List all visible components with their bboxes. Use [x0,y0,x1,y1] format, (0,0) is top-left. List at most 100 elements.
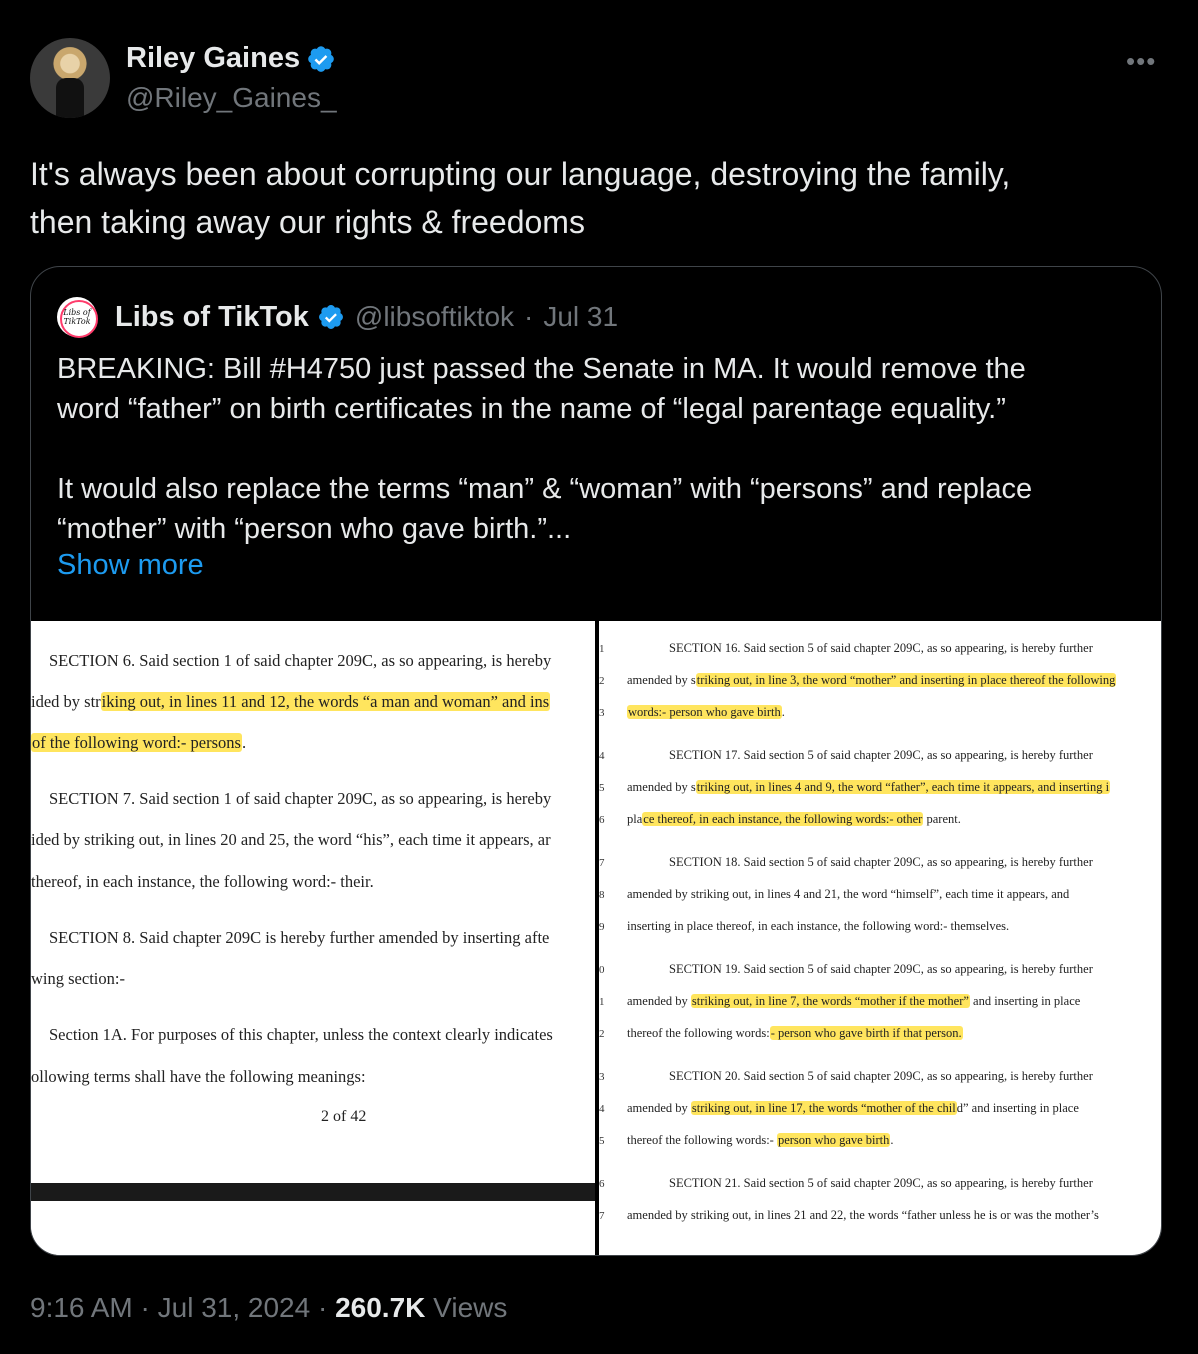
doc-text: thereof the following words:- [627,1133,777,1147]
doc-line: amended by striking out, in line 3, the … [627,673,1117,688]
views-label: Views [433,1292,508,1323]
doc-text: d” and inserting in place [956,1101,1079,1115]
doc-line: inserting in place thereof, in each inst… [627,919,1010,933]
tweet-footer: 9:16 AM · Jul 31, 2024 · 260.7K Views [30,1292,507,1324]
doc-line: SECTION 18. Said section 5 of said chapt… [669,855,1093,869]
doc-line: thereof, in each instance, the following… [31,872,374,891]
doc-text: parent. [923,812,961,826]
doc-text: . [241,733,247,752]
author-name-row: Riley Gaines [126,42,336,75]
doc-line: words:- person who gave birth. [627,705,785,720]
doc-text: amended by s [627,780,696,794]
line-number: 7 [599,857,605,869]
doc-line: place thereof, in each instance, the fol… [627,812,961,827]
doc-text: amended by s [627,673,696,687]
quoted-tweet[interactable]: Libs of TikTok Libs of TikTok @libsoftik… [30,266,1162,1256]
tweet-text: It's always been about corrupting our la… [30,150,1160,246]
doc-text: pla [627,812,643,826]
doc-line: thereof the following words:- person who… [627,1133,894,1148]
doc-text: ided by str [31,692,101,711]
doc-line: amended by striking out, in lines 21 and… [627,1208,1099,1222]
line-number: 6 [599,814,605,826]
doc-line: SECTION 17. Said section 5 of said chapt… [669,748,1093,762]
author-handle[interactable]: @Riley_Gaines_ [126,82,337,114]
tweet-date[interactable]: Jul 31, 2024 [158,1292,311,1323]
meta-separator: · [524,301,534,332]
meta-separator: · [317,1292,328,1323]
line-number: 5 [599,1135,605,1147]
doc-line: ided by striking out, in lines 20 and 25… [31,830,551,849]
doc-line: thereof the following words:- person who… [627,1026,963,1041]
quoted-author-avatar[interactable]: Libs of TikTok [57,297,98,338]
doc-text: . [890,1133,894,1147]
document-image-right[interactable]: 1 2 3 4 5 6 7 8 9 0 1 2 3 4 5 6 7 SECTIO… [599,621,1161,1255]
line-number: 1 [599,996,605,1008]
doc-page-number: 2 of 42 [321,1108,367,1125]
doc-line: SECTION 8. Said chapter 209C is hereby f… [49,928,550,947]
quoted-author-name[interactable]: Libs of TikTok [115,301,309,334]
line-number: 7 [599,1210,605,1222]
doc-line: amended by striking out, in lines 4 and … [627,780,1111,795]
quoted-author-handle[interactable]: @libsoftiktok [355,301,514,333]
doc-highlight: words:- person who gave birth [627,705,782,719]
doc-text: and inserting in place [969,994,1081,1008]
line-number: 2 [599,675,605,687]
doc-line: SECTION 6. Said section 1 of said chapte… [49,651,552,670]
quoted-text-line: “mother” with “person who gave birth.”..… [57,513,572,545]
doc-highlight: of the following word:- persons [31,733,242,752]
doc-text: amended by [627,1101,691,1115]
doc-highlight: iking out, in lines 11 and 12, the words… [100,692,551,711]
verified-badge-icon [318,305,343,329]
doc-highlight: striking out, in line 17, the words “mot… [690,1101,957,1115]
doc-line: SECTION 7. Said section 1 of said chapte… [49,789,552,808]
author-display-name[interactable]: Riley Gaines [126,42,300,75]
doc-text: thereof the following words: [627,1026,770,1040]
line-number: 4 [599,1103,605,1115]
doc-line: SECTION 21. Said section 5 of said chapt… [669,1176,1093,1190]
doc-line: ided by striking out, in lines 11 and 12… [31,692,551,712]
line-number: 6 [599,1178,605,1190]
doc-highlight: triking out, in lines 4 and 9, the word … [695,780,1111,794]
doc-highlight: - person who gave birth if that person. [769,1026,963,1040]
quoted-text-line: It would also replace the terms “man” & … [57,473,1033,505]
line-number: 5 [599,782,605,794]
doc-line: SECTION 16. Said section 5 of said chapt… [669,641,1093,655]
doc-line: amended by striking out, in line 7, the … [627,994,1080,1009]
document-image-left[interactable]: SECTION 6. Said section 1 of said chapte… [31,621,595,1255]
verified-badge-icon[interactable] [306,44,336,74]
line-number: 1 [599,643,605,655]
doc-line: of the following word:- persons. [31,733,246,753]
quoted-tweet-text: BREAKING: Bill #H4750 just passed the Se… [57,349,1137,589]
doc-highlight: triking out, in line 3, the word “mother… [695,673,1117,687]
line-number: 3 [599,707,605,719]
show-more-link[interactable]: Show more [57,549,204,582]
doc-line: wing section:- [31,969,125,988]
tweet-text-line: then taking away our rights & freedoms [30,204,585,240]
quoted-tweet-date[interactable]: Jul 31 [543,301,618,333]
line-number: 4 [599,750,605,762]
tweet-text-line: It's always been about corrupting our la… [30,156,1011,192]
quoted-tweet-header: Libs of TikTok Libs of TikTok @libsoftik… [57,297,618,338]
line-number: 2 [599,1028,605,1040]
line-number: 9 [599,921,605,933]
author-avatar[interactable] [30,38,110,118]
doc-line: SECTION 20. Said section 5 of said chapt… [669,1069,1093,1083]
line-number: 8 [599,889,605,901]
more-horizontal-icon[interactable]: ••• [1126,46,1156,77]
image-bottom-bar [31,1183,595,1255]
doc-line: ollowing terms shall have the following … [31,1067,366,1086]
doc-line: SECTION 19. Said section 5 of said chapt… [669,962,1093,976]
line-number: 0 [599,964,605,976]
quoted-text-line: BREAKING: Bill #H4750 just passed the Se… [57,353,1026,385]
doc-highlight: ce thereof, in each instance, the follow… [642,812,924,826]
tweet-time[interactable]: 9:16 AM [30,1292,133,1323]
quoted-avatar-logo-text: Libs of TikTok [63,308,91,326]
doc-highlight: person who gave birth [776,1133,891,1147]
doc-line: Section 1A. For purposes of this chapter… [49,1025,553,1044]
doc-line: amended by striking out, in lines 4 and … [627,887,1070,901]
doc-line: amended by striking out, in line 17, the… [627,1101,1079,1116]
doc-text: amended by [627,994,691,1008]
doc-highlight: striking out, in line 7, the words “moth… [690,994,970,1008]
quoted-text-line: word “father” on birth certificates in t… [57,393,1006,425]
doc-text: . [781,705,785,719]
